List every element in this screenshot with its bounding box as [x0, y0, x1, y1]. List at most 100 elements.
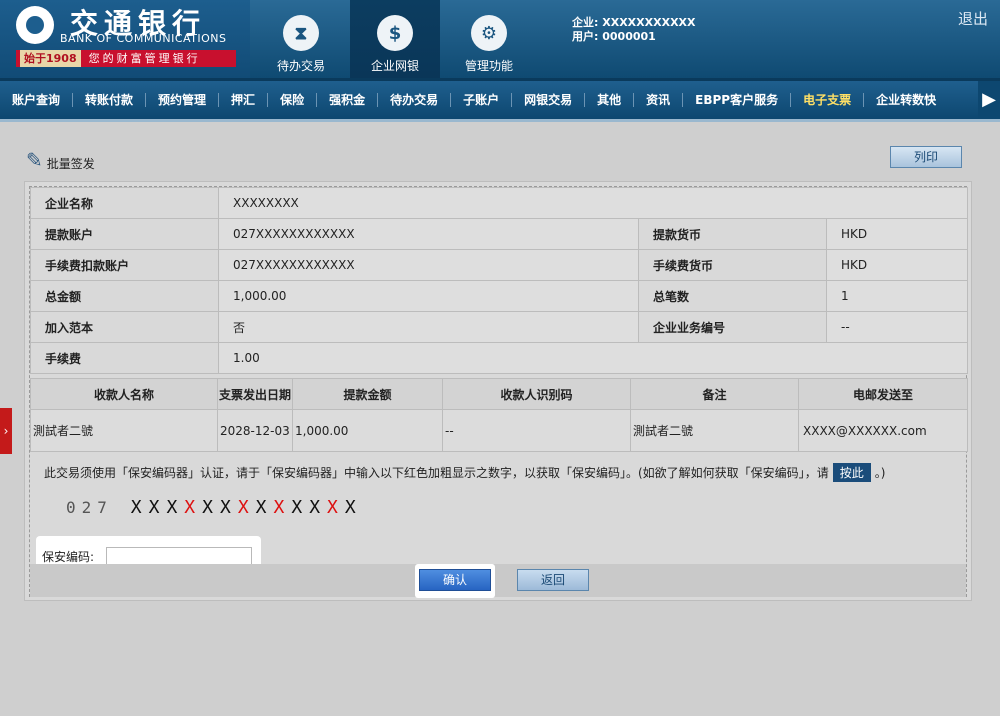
topnav-pending[interactable]: ⧗ 待办交易 [256, 0, 346, 78]
menu-item-online-transactions[interactable]: 网银交易 [512, 93, 586, 107]
withdraw-account-value: 027XXXXXXXXXXXX [218, 218, 639, 250]
brand-tagline: 始于1908 您的财富管理银行 [16, 50, 236, 67]
company-name-value: XXXXXXXX [218, 187, 968, 219]
pen-icon: ✎ [26, 148, 43, 172]
add-template-value: 否 [218, 311, 639, 343]
menu-item-insurance[interactable]: 保险 [268, 93, 318, 107]
topnav-corporate-banking[interactable]: $ 企业网银 [350, 0, 440, 78]
topnav-corporate-banking-label: 企业网银 [370, 59, 419, 73]
company-name-label: 企业名称 [30, 187, 219, 219]
code-char: X [148, 497, 167, 518]
table-row: 手续费扣款账户 027XXXXXXXXXXXX 手续费货币 HKD [30, 249, 968, 281]
code-chars: XXXXXXXXXXXXX [131, 497, 363, 518]
info-table: 企业名称 XXXXXXXX 提款账户 027XXXXXXXXXXXX 提款货币 … [30, 187, 968, 374]
total-count-label: 总笔数 [638, 280, 827, 312]
main-menu: 账户查询 转账付款 预约管理 押汇 保险 强积金 待办交易 子账户 网银交易 其… [0, 78, 1000, 122]
table-row: 提款账户 027XXXXXXXXXXXX 提款货币 HKD [30, 218, 968, 250]
code-char: X [202, 497, 220, 518]
col-header-payee-name: 收款人名称 [30, 378, 218, 410]
issue-date-cell: 2028-12-03 [217, 409, 293, 452]
company-id: 企业: XXXXXXXXXXX [572, 16, 696, 29]
click-here-link[interactable]: 按此 [832, 463, 871, 482]
recipient-table: 收款人名称 支票发出日期 提款金额 收款人识别码 备注 电邮发送至 測試者二號 … [30, 378, 968, 452]
code-char: X [327, 497, 345, 518]
hourglass-icon: ⧗ [283, 15, 319, 51]
code-char: X [291, 497, 310, 518]
menu-item-bills[interactable]: 押汇 [219, 93, 269, 107]
back-button[interactable]: 返回 [517, 569, 589, 591]
withdraw-currency-label: 提款货币 [638, 218, 827, 250]
logout-link[interactable]: 退出 [958, 8, 988, 29]
menu-scroll-right-icon[interactable]: ▶ [978, 81, 1000, 119]
menu-item-ebpp[interactable]: EBPP客户服务 [683, 93, 792, 107]
total-amount-value: 1,000.00 [218, 280, 639, 312]
payee-id-cell: -- [442, 409, 631, 452]
menu-item-e-cheque[interactable]: 电子支票 [791, 93, 865, 107]
code-char: X [344, 497, 363, 518]
fee-value: 1.00 [218, 342, 968, 374]
withdraw-currency-value: HKD [826, 218, 968, 250]
col-header-amount: 提款金额 [292, 378, 443, 410]
user-id: 用户: 0000001 [572, 30, 656, 43]
topnav-pending-label: 待办交易 [276, 59, 325, 73]
bank-name-en: BANK OF COMMUNICATIONS [60, 32, 227, 45]
security-notice-text: 此交易须使用「保安编码器」认证，请于「保安编码器」中输入以下红色加粗显示之数字，… [44, 466, 829, 480]
page-title-text: 批量签发 [46, 157, 95, 171]
bank-emblem-icon [16, 6, 54, 44]
menu-item-pending[interactable]: 待办交易 [378, 93, 452, 107]
content-inner: 企业名称 XXXXXXXX 提款账户 027XXXXXXXXXXXX 提款货币 … [29, 186, 968, 598]
security-notice: 此交易须使用「保安编码器」认证，请于「保安编码器」中输入以下红色加粗显示之数字，… [44, 463, 885, 482]
code-char: X [166, 497, 185, 518]
user-info: 企业: XXXXXXXXXXX 用户: 0000001 [572, 16, 696, 44]
confirm-highlight: 确认 [415, 564, 495, 598]
code-char: X [130, 497, 149, 518]
amount-cell: 1,000.00 [292, 409, 443, 452]
menu-item-mpf[interactable]: 强积金 [317, 93, 379, 107]
total-amount-label: 总金额 [30, 280, 219, 312]
email-cell: XXXX@XXXXXX.com [798, 409, 968, 452]
menu-item-scheduled[interactable]: 预约管理 [146, 93, 220, 107]
menu-item-fps[interactable]: 企业转数快 [864, 93, 948, 107]
col-header-issue-date: 支票发出日期 [217, 378, 293, 410]
confirm-button[interactable]: 确认 [419, 569, 491, 591]
topnav-management-label: 管理功能 [464, 59, 513, 73]
side-expand-tab[interactable]: › [0, 408, 12, 454]
content-panel: 企业名称 XXXXXXXX 提款账户 027XXXXXXXXXXXX 提款货币 … [24, 181, 972, 601]
action-bar: 确认 返回 [30, 564, 966, 598]
page-title: ✎ 批量签发 [26, 148, 95, 172]
topnav-management[interactable]: ⚙ 管理功能 [444, 0, 534, 78]
menu-item-account-query[interactable]: 账户查询 [0, 93, 74, 107]
total-count-value: 1 [826, 280, 968, 312]
col-header-email: 电邮发送至 [798, 378, 968, 410]
code-char: X [255, 497, 274, 518]
fee-account-value: 027XXXXXXXXXXXX [218, 249, 639, 281]
code-prefix: 027 [66, 498, 113, 517]
security-challenge-code: 027 XXXXXXXXXXXXX [66, 497, 363, 518]
code-char: X [309, 497, 328, 518]
menu-item-sub-account[interactable]: 子账户 [451, 93, 513, 107]
gears-icon: ⚙ [471, 15, 507, 51]
code-char: X [273, 497, 292, 518]
withdraw-account-label: 提款账户 [30, 218, 219, 250]
table-row: 总金额 1,000.00 总笔数 1 [30, 280, 968, 312]
table-row: 加入范本 否 企业业务编号 -- [30, 311, 968, 343]
menu-item-others[interactable]: 其他 [585, 93, 635, 107]
menu-item-news[interactable]: 资讯 [634, 93, 684, 107]
col-header-remark: 备注 [630, 378, 799, 410]
biz-no-value: -- [826, 311, 968, 343]
payee-name-cell: 測試者二號 [30, 409, 218, 452]
security-notice-end: 。) [874, 466, 886, 480]
code-char: X [237, 497, 256, 518]
print-button[interactable]: 列印 [890, 146, 962, 168]
fee-currency-label: 手续费货币 [638, 249, 827, 281]
fee-account-label: 手续费扣款账户 [30, 249, 219, 281]
bank-logo[interactable]: 交通银行 BANK OF COMMUNICATIONS 始于1908 您的财富管理… [0, 0, 250, 78]
brand-since: 始于1908 [20, 50, 81, 67]
code-char: X [184, 497, 203, 518]
col-header-payee-id: 收款人识别码 [442, 378, 631, 410]
monitor-icon: $ [377, 15, 413, 51]
table-row: 測試者二號 2028-12-03 1,000.00 -- 測試者二號 XXXX@… [30, 409, 968, 452]
table-row: 企业名称 XXXXXXXX [30, 187, 968, 219]
security-code-label: 保安编码: [42, 550, 95, 564]
menu-item-transfer[interactable]: 转账付款 [73, 93, 147, 107]
